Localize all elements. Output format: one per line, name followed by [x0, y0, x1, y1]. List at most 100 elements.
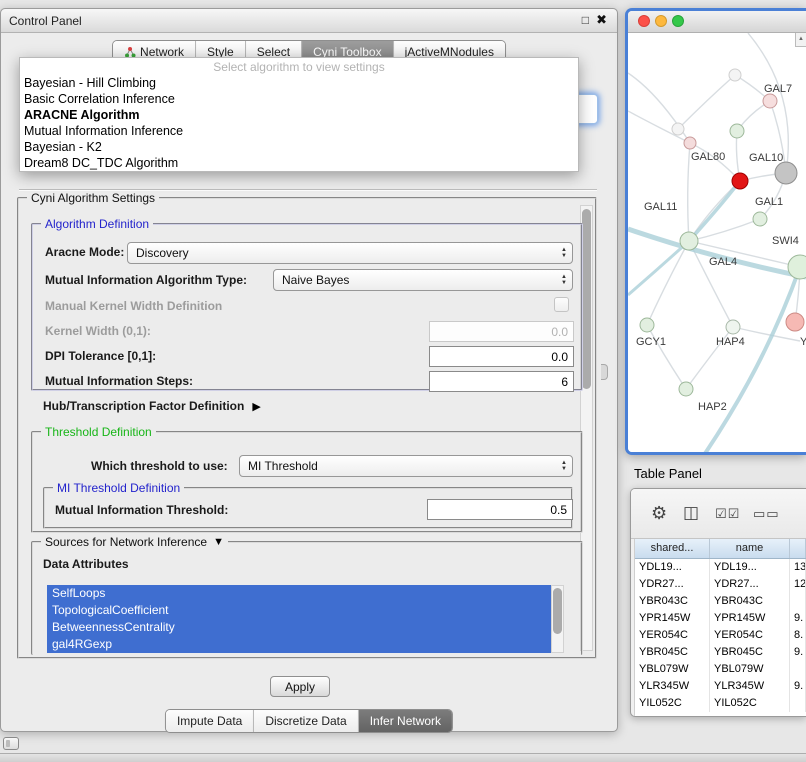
- cell[interactable]: 8.: [790, 627, 806, 644]
- group-title: Cyni Algorithm Settings: [27, 191, 159, 205]
- cell[interactable]: 9.: [790, 610, 806, 627]
- cell[interactable]: YER054C: [710, 627, 790, 644]
- node[interactable]: [763, 94, 777, 108]
- mi-threshold-input[interactable]: 0.5: [427, 499, 573, 520]
- node[interactable]: [729, 69, 741, 81]
- tab-infer-network[interactable]: Infer Network: [358, 710, 452, 732]
- manual-kernel-width-checkbox[interactable]: [554, 297, 569, 312]
- apply-button[interactable]: Apply: [270, 676, 330, 697]
- table-row[interactable]: YER054CYER054C8.: [635, 627, 806, 644]
- float-window-icon[interactable]: □: [582, 13, 589, 27]
- selected-value: Discovery: [136, 246, 189, 260]
- cell[interactable]: 13: [790, 559, 806, 576]
- mi-threshold-group: MI Threshold Definition Mutual Informati…: [43, 487, 573, 529]
- attribute-item-selected[interactable]: gal4RGexp: [47, 636, 551, 653]
- node-gray[interactable]: [775, 162, 797, 184]
- attributes-scrollbar-thumb[interactable]: [553, 588, 562, 634]
- node-gal1[interactable]: [753, 212, 767, 226]
- node-label: GAL80: [691, 151, 725, 163]
- cell[interactable]: YPR145W: [635, 610, 710, 627]
- cell[interactable]: 12: [790, 576, 806, 593]
- cell[interactable]: YBL079W: [635, 661, 710, 678]
- cell[interactable]: YBR043C: [635, 593, 710, 610]
- settings-scrollbar-thumb[interactable]: [582, 209, 591, 389]
- node[interactable]: [730, 124, 744, 138]
- kernel-width-input[interactable]: 0.0: [429, 321, 574, 342]
- cell[interactable]: [790, 661, 806, 678]
- zoom-traffic-light[interactable]: [672, 15, 684, 27]
- close-traffic-light[interactable]: [638, 15, 650, 27]
- table-row[interactable]: YPR145WYPR145W9.: [635, 610, 806, 627]
- cell[interactable]: YBR043C: [710, 593, 790, 610]
- select-all-checkboxes-icon[interactable]: ☑☑: [715, 506, 740, 522]
- node-label: Y: [800, 336, 806, 348]
- cell[interactable]: YPR145W: [710, 610, 790, 627]
- cell[interactable]: YIL052C: [710, 695, 790, 712]
- table-row[interactable]: YDL19...YDL19...13: [635, 559, 806, 576]
- attribute-item-selected[interactable]: SelfLoops: [47, 585, 551, 602]
- cell[interactable]: YDL19...: [635, 559, 710, 576]
- algorithm-option[interactable]: Mutual Information Inference: [20, 123, 578, 139]
- node-gal10-red[interactable]: [732, 173, 748, 189]
- cell[interactable]: [790, 593, 806, 610]
- table-row[interactable]: YDR27...YDR27...12: [635, 576, 806, 593]
- cell[interactable]: YBL079W: [710, 661, 790, 678]
- column-header-clipped[interactable]: [790, 539, 806, 558]
- table-row[interactable]: YBR045CYBR045C9.: [635, 644, 806, 661]
- node-gcy1[interactable]: [640, 318, 654, 332]
- cell[interactable]: YBR045C: [635, 644, 710, 661]
- node-gal80[interactable]: [684, 137, 696, 149]
- attribute-item-selected[interactable]: TopologicalCoefficient: [47, 602, 551, 619]
- node-pink[interactable]: [786, 313, 804, 331]
- algorithm-option[interactable]: Basic Correlation Inference: [20, 91, 578, 107]
- deselect-all-checkboxes-icon[interactable]: ▭▭: [753, 506, 780, 522]
- columns-icon[interactable]: ◫: [683, 503, 699, 523]
- algorithm-option-selected[interactable]: ARACNE Algorithm: [20, 107, 578, 123]
- cell[interactable]: YIL052C: [635, 695, 710, 712]
- network-canvas[interactable]: ▲: [628, 33, 806, 452]
- cell[interactable]: YER054C: [635, 627, 710, 644]
- mi-steps-input[interactable]: 6: [429, 371, 574, 392]
- table-row[interactable]: YBR043CYBR043C: [635, 593, 806, 610]
- node-gal4[interactable]: [680, 232, 698, 250]
- tab-impute-data[interactable]: Impute Data: [166, 710, 253, 732]
- table-row[interactable]: YLR345WYLR345W9.: [635, 678, 806, 695]
- cell[interactable]: 9.: [790, 644, 806, 661]
- cell[interactable]: YLR345W: [710, 678, 790, 695]
- sources-expander[interactable]: Sources for Network Inference ▼: [41, 535, 228, 549]
- algorithm-option[interactable]: Bayesian - Hill Climbing: [20, 75, 578, 91]
- table-row[interactable]: YBL079WYBL079W: [635, 661, 806, 678]
- column-header-shared-name[interactable]: shared...: [635, 539, 710, 558]
- cell[interactable]: YDR27...: [635, 576, 710, 593]
- table-row[interactable]: YIL052CYIL052C: [635, 695, 806, 712]
- cell[interactable]: YDL19...: [710, 559, 790, 576]
- column-header-name[interactable]: name: [710, 539, 790, 558]
- scroll-up-arrow[interactable]: ▲: [795, 33, 806, 47]
- node[interactable]: [672, 123, 684, 135]
- collapsed-panel-icon[interactable]: [3, 737, 19, 750]
- minimize-traffic-light[interactable]: [655, 15, 667, 27]
- close-icon[interactable]: ✖: [596, 12, 607, 28]
- cell[interactable]: 9.: [790, 678, 806, 695]
- node-hap4[interactable]: [726, 320, 740, 334]
- cell[interactable]: YLR345W: [635, 678, 710, 695]
- mi-algorithm-type-label: Mutual Information Algorithm Type:: [45, 273, 247, 287]
- which-threshold-select[interactable]: MI Threshold ▲▼: [239, 455, 573, 477]
- gear-icon[interactable]: ⚙: [651, 503, 667, 524]
- splitter-handle[interactable]: [601, 364, 608, 380]
- hub-tf-expander[interactable]: Hub/Transcription Factor Definition ▶: [43, 399, 261, 413]
- tab-discretize-data[interactable]: Discretize Data: [253, 710, 357, 732]
- aracne-mode-select[interactable]: Discovery ▲▼: [127, 242, 573, 264]
- attribute-item-selected[interactable]: BetweennessCentrality: [47, 619, 551, 636]
- cell[interactable]: YBR045C: [710, 644, 790, 661]
- node-hap2[interactable]: [679, 382, 693, 396]
- cell[interactable]: [790, 695, 806, 712]
- algorithm-option[interactable]: Dream8 DC_TDC Algorithm: [20, 155, 578, 171]
- mi-algorithm-type-select[interactable]: Naive Bayes ▲▼: [273, 269, 573, 291]
- dpi-tolerance-input[interactable]: 0.0: [429, 346, 574, 367]
- selected-value: MI Threshold: [248, 459, 318, 473]
- attributes-scrollbar[interactable]: [551, 585, 564, 653]
- cell[interactable]: YDR27...: [710, 576, 790, 593]
- algorithm-option[interactable]: Bayesian - K2: [20, 139, 578, 155]
- tab-label: Discretize Data: [265, 714, 346, 728]
